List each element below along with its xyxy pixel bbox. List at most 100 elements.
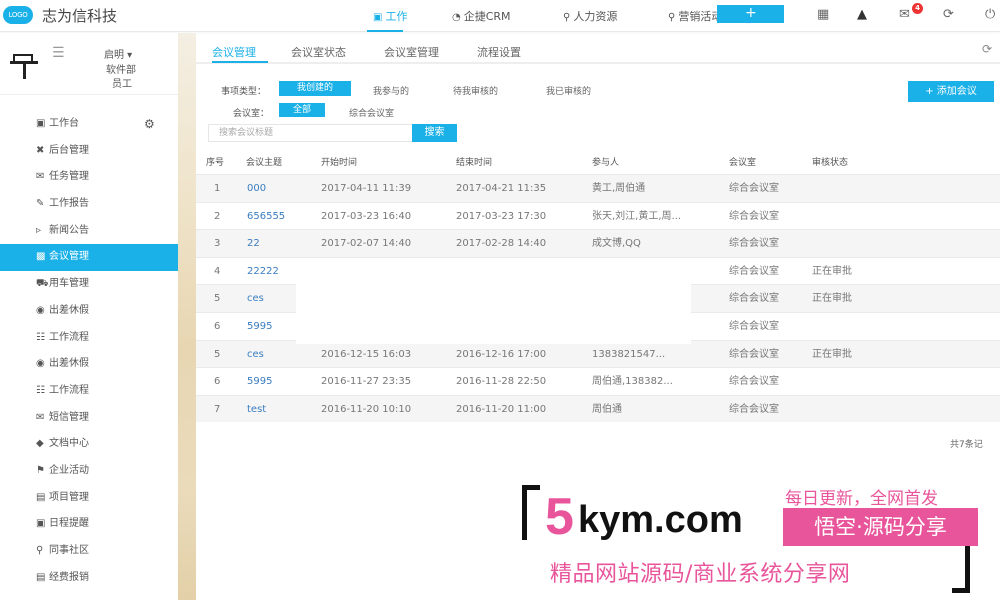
sidebar-item-admin[interactable]: ✖ 后台管理 — [0, 138, 178, 165]
cell-topic[interactable]: 22222 — [247, 258, 279, 286]
cell-status: 正在审批 — [812, 293, 852, 305]
total-records: 共7条记 — [950, 440, 983, 450]
add-meeting-button[interactable]: + 添加会议 — [908, 81, 994, 102]
cell-room: 综合会议室 — [729, 320, 779, 332]
table-row[interactable]: 6 5995 2016-11-27 23:35 2016-11-28 22:50 周伯通… — [196, 367, 1000, 395]
sidebar-item-news[interactable]: ▹ 新闻公告 — [0, 218, 178, 245]
add-app-button[interactable]: + — [717, 5, 784, 23]
cell-topic[interactable]: 000 — [247, 175, 266, 203]
tab-room-management[interactable]: 会议室管理 — [384, 44, 439, 60]
watermark-slogan-bottom: 精品网站源码/商业系统分享网 — [550, 562, 851, 587]
users-icon: ⚲ — [668, 12, 676, 23]
sidebar-item-documents[interactable]: ◆ 文档中心 — [0, 431, 178, 458]
nav-crm[interactable]: ◔ 企捷CRM — [452, 8, 511, 24]
shirt-icon[interactable]: ▲ — [857, 7, 867, 22]
edit-icon: ✎ — [36, 198, 45, 210]
col-end-time: 结束时间 — [456, 158, 493, 168]
sidebar-item-events[interactable]: ⚑ 企业活动 — [0, 458, 178, 485]
cell-end: 2016-11-20 11:00 — [456, 403, 547, 415]
watermark-five: 5 — [545, 488, 574, 546]
cell-room: 综合会议室 — [729, 238, 779, 250]
sidebar-item-schedule[interactable]: ▣ 日程提醒 — [0, 511, 178, 538]
cell-participants: 张天,刘江,黄工,周... — [592, 210, 682, 222]
room-general[interactable]: 综合会议室 — [349, 106, 394, 119]
filter-pending-review[interactable]: 待我审核的 — [453, 84, 498, 97]
nav-hr[interactable]: ⚲ 人力资源 — [563, 8, 617, 24]
sidebar-item-leave[interactable]: ◉ 出差休假 — [0, 298, 178, 325]
layers-icon: ◆ — [36, 438, 44, 450]
table-row[interactable]: 3 22 2017-02-07 14:40 2017-02-28 14:40 成文博,Q… — [196, 229, 1000, 257]
sidebar-item-workflow-2[interactable]: ☷ 工作流程 — [0, 378, 178, 405]
table-row[interactable]: 2 656555 2017-03-23 16:40 2017-03-23 17:30 张… — [196, 201, 1000, 231]
user-name-dropdown[interactable]: 启明 ▾ — [104, 46, 132, 61]
cell-index: 5 — [214, 293, 221, 305]
user-department: 软件部 — [106, 65, 136, 76]
cell-topic[interactable]: 656555 — [247, 203, 285, 231]
sidebar-item-expenses[interactable]: ▤ 经费报销 — [0, 565, 178, 592]
cell-participants: 1383821547... — [592, 348, 666, 360]
logo[interactable]: LOGO — [3, 6, 33, 24]
cell-topic[interactable]: ces — [247, 341, 264, 369]
cell-topic[interactable]: 22 — [247, 230, 260, 258]
tab-meeting-management[interactable]: 会议管理 — [212, 44, 256, 60]
group-icon: ▩ — [36, 251, 46, 263]
location-icon: ◉ — [36, 304, 45, 316]
refresh-icon[interactable]: ⟳ — [982, 42, 992, 56]
refresh-icon[interactable]: ⟳ — [943, 7, 954, 22]
sidebar-item-workbench[interactable]: ▣ 工作台 ⚙ — [0, 111, 178, 138]
cell-participants: 周伯通,138382... — [592, 376, 673, 388]
cell-end: 2017-03-23 17:30 — [456, 210, 547, 222]
col-start-time: 开始时间 — [321, 158, 358, 168]
filter-created-by-me[interactable]: 我创建的 — [279, 81, 351, 96]
cell-index: 6 — [214, 376, 221, 388]
search-button[interactable]: 搜索 — [412, 124, 457, 142]
sidebar-item-meetings[interactable]: ▩ 会议管理 — [0, 244, 186, 272]
cell-topic[interactable]: ces — [247, 285, 264, 313]
cell-participants: 成文博,QQ — [592, 238, 641, 250]
sidebar-item-vehicles[interactable]: ⛟用车管理 — [0, 271, 178, 298]
cell-start: 2016-11-20 10:10 — [321, 403, 412, 415]
table-row[interactable]: 7 test 2016-11-20 10:10 2016-11-20 11:00 周伯通… — [196, 394, 1000, 424]
sidebar-item-tasks[interactable]: ✉ 任务管理 — [0, 164, 178, 191]
col-participants: 参与人 — [592, 158, 620, 168]
cell-start: 2016-11-27 23:35 — [321, 376, 412, 388]
sidebar-item-sms[interactable]: ✉ 短信管理 — [0, 405, 178, 432]
cell-topic[interactable]: 5995 — [247, 313, 272, 341]
power-icon[interactable]: ⏻ — [985, 7, 995, 22]
sitemap-icon: ☷ — [36, 384, 45, 396]
cell-end: 2017-04-21 11:35 — [456, 183, 547, 194]
flag-icon: ⚑ — [36, 464, 45, 476]
col-status: 审核状态 — [812, 158, 849, 168]
col-index: 序号 — [206, 158, 225, 168]
filter-participated[interactable]: 我参与的 — [373, 84, 409, 97]
avatar[interactable] — [8, 51, 40, 83]
mail-badge: 4 — [912, 3, 923, 14]
cell-index: 2 — [214, 210, 221, 222]
search-input[interactable]: 搜索会议标题 — [208, 124, 413, 142]
cell-status: 正在审批 — [812, 348, 852, 360]
tab-workflow-settings[interactable]: 流程设置 — [477, 44, 521, 60]
nav-work[interactable]: ▣ 工作 — [373, 8, 407, 24]
brand-name: 志为信科技 — [42, 7, 118, 25]
calendar-icon: ▣ — [36, 518, 46, 530]
user-role: 员工 — [112, 79, 132, 90]
sidebar-item-reports[interactable]: ✎ 工作报告 — [0, 191, 178, 218]
sidebar-item-projects[interactable]: ▤ 项目管理 — [0, 485, 178, 512]
cell-topic[interactable]: 5995 — [247, 368, 272, 396]
table-row[interactable]: 1 000 2017-04-11 11:39 2017-04-21 11:35 黄工,周… — [196, 174, 1000, 202]
qrcode-icon[interactable]: ▦ — [817, 7, 829, 22]
nav-marketing[interactable]: ⚲ 营销活动 — [668, 8, 722, 24]
room-all[interactable]: 全部 — [279, 103, 325, 117]
tab-room-status[interactable]: 会议室状态 — [291, 44, 346, 60]
cell-room: 综合会议室 — [729, 265, 779, 277]
gear-icon[interactable]: ⚙ — [144, 111, 155, 138]
cell-room: 综合会议室 — [729, 403, 779, 415]
sidebar-item-workflow[interactable]: ☷ 工作流程 — [0, 325, 178, 352]
cell-topic[interactable]: test — [247, 396, 266, 424]
cell-index: 4 — [214, 265, 221, 277]
filter-reviewed[interactable]: 我已审核的 — [546, 84, 591, 97]
sidebar-item-leave-2[interactable]: ◉ 出差休假 — [0, 351, 178, 378]
mail-icon[interactable]: ✉ — [899, 7, 910, 22]
wood-texture-divider — [178, 33, 196, 600]
sidebar-item-community[interactable]: ⚲ 同事社区 — [0, 538, 178, 565]
